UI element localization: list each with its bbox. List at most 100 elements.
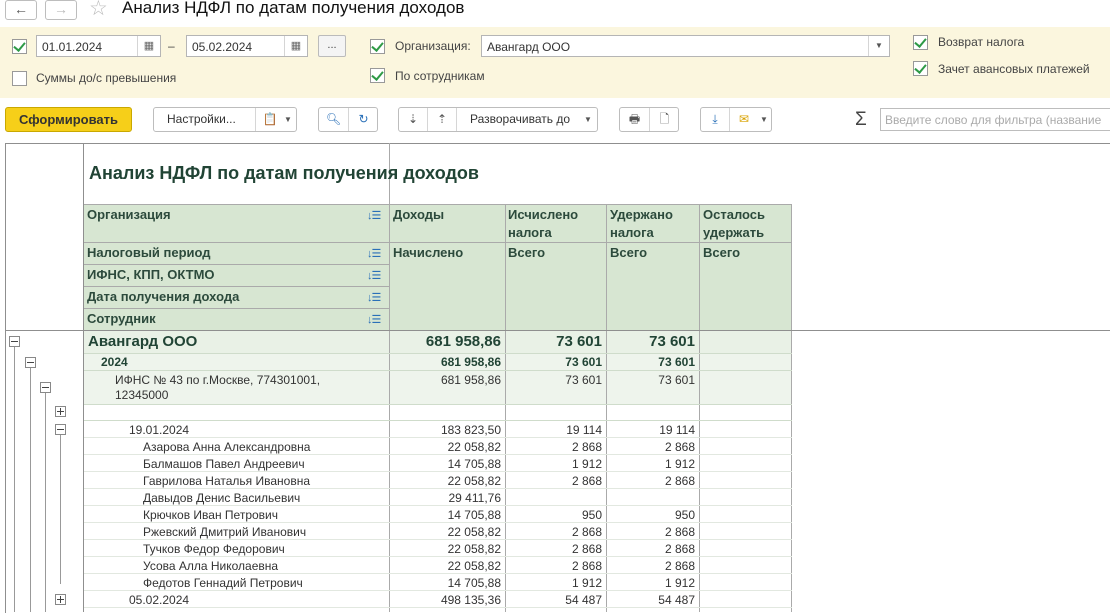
employee-calculated: 2 868 [571,542,602,556]
filter-field[interactable] [880,108,1110,131]
date-dash: – [168,39,175,53]
organization-select[interactable]: Авангард ООО ▼ [481,35,890,57]
period-row-withheld: 73 601 [658,355,695,369]
calendar-icon[interactable]: ▦ [137,36,160,56]
advance-label: Зачет авансовых платежей [938,62,1090,76]
excess-checkbox[interactable] [12,71,27,86]
expand-toggle[interactable] [55,406,66,417]
employee-income: 29 411,76 [448,491,502,505]
employee-income: 14 705,88 [447,508,501,522]
employee-name: Ржевский Дмитрий Иванович [143,525,307,539]
calendar-icon[interactable]: ▦ [284,36,307,56]
employee-income: 14 705,88 [447,576,501,590]
header-withheld-sub: Всего [610,245,648,260]
generate-button[interactable]: Сформировать [5,107,132,132]
settings-button-group: Настройки... 📋 ▼ [153,107,297,132]
back-arrow-icon: ← [14,1,28,17]
ifns-row-withheld: 73 601 [658,373,695,387]
employee-withheld: 1 912 [664,457,695,471]
employee-income: 22 058,82 [447,559,501,573]
ifns-row-calculated: 73 601 [565,373,602,387]
ifns-row-income: 681 958,86 [440,373,501,387]
collapse-all-icon[interactable]: ⇣ [399,108,427,131]
period-row-income: 681 958,86 [440,355,501,369]
email-icon[interactable]: ✉ [730,108,758,131]
collapse-toggle[interactable] [40,382,51,393]
collapse-toggle[interactable] [55,424,66,435]
refund-checkbox[interactable] [913,35,928,50]
organization-value: Авангард ООО [487,40,571,54]
forward-arrow-icon: → [54,1,68,17]
expand-button-group: ⇣ ⇡ Разворачивать до ▼ [398,107,598,132]
employee-withheld: 2 868 [664,474,695,488]
employee-name: Тучков Федор Федорович [143,542,285,556]
sort-icon[interactable]: ↓☰ [367,269,381,282]
employee-calculated: 2 868 [571,525,602,539]
period-checkbox[interactable] [12,39,27,54]
sort-icon[interactable]: ↓☰ [367,247,381,260]
expand-dropdown-icon[interactable]: ▼ [581,108,595,131]
search-refresh-icon[interactable]: ↻ [349,108,378,131]
email-dropdown-icon[interactable]: ▼ [757,108,771,131]
employee-calculated: 2 868 [571,474,602,488]
date-row-income: 498 135,36 [440,593,501,607]
sort-icon[interactable]: ↓☰ [367,291,381,304]
org-row-income: 681 958,86 [425,333,501,350]
sort-icon[interactable]: ↓☰ [367,209,381,222]
sum-sigma-icon[interactable]: Σ [855,109,867,131]
settings-button[interactable]: Настройки... [167,108,236,131]
save-download-icon[interactable]: ⤓ [701,108,729,131]
period-row-name: 2024 [101,355,128,369]
period-select-button[interactable]: ... [318,35,346,57]
employee-name: Давыдов Денис Васильевич [143,491,301,505]
print-button-group: 🖶 🗋 [619,107,679,132]
org-row-name: Авангард ООО [88,333,198,350]
ifns-row-name-1: ИФНС № 43 по г.Москве, 774301001, [115,373,321,387]
employee-name: Балмашов Павел Андреевич [143,457,305,471]
by-employees-checkbox[interactable] [370,68,385,83]
date-from-field[interactable]: 01.01.2024 ▦ [36,35,161,57]
print-icon[interactable]: 🖶 [620,108,649,131]
print-preview-icon[interactable]: 🗋 [650,108,679,131]
variant-dropdown-icon[interactable]: ▼ [281,108,295,131]
header-withheld: Удержано налога [610,207,673,240]
favorite-star-icon[interactable]: ☆ [89,0,108,21]
org-row-withheld: 73 601 [649,333,695,350]
header-income-sub: Начислено [393,245,464,260]
employee-withheld: 2 868 [664,440,695,454]
date-row-withheld: 19 114 [659,423,695,437]
employee-withheld: 1 912 [664,576,695,590]
employee-name: Азарова Анна Александровна [143,440,311,454]
header-employee: Сотрудник [87,311,156,326]
collapse-toggle[interactable] [25,357,36,368]
dropdown-arrow-icon[interactable]: ▼ [868,36,889,56]
employee-income: 22 058,82 [447,525,501,539]
employee-income: 22 058,82 [447,440,501,454]
forward-button[interactable]: → [45,0,77,20]
employee-name: Крючков Иван Петрович [143,508,278,522]
employee-name: Федотов Геннадий Петрович [143,576,303,590]
header-income: Доходы [393,207,445,222]
date-row-calculated: 19 114 [566,423,602,437]
header-income-date: Дата получения дохода [87,289,240,304]
expand-all-icon[interactable]: ⇡ [428,108,456,131]
collapse-toggle[interactable] [9,336,20,347]
date-row-calculated: 54 487 [565,593,602,607]
date-to-field[interactable]: 05.02.2024 ▦ [186,35,308,57]
expand-toggle[interactable] [55,594,66,605]
employee-calculated: 950 [581,508,602,522]
search-icon[interactable]: 🔍︎ [319,108,348,131]
back-button[interactable]: ← [5,0,37,20]
variant-clipboard-icon[interactable]: 📋 [258,108,282,131]
date-from-value: 01.01.2024 [42,40,103,54]
expand-to-button[interactable]: Разворачивать до [470,108,570,131]
sort-icon[interactable]: ↓☰ [367,313,381,326]
employee-income: 22 058,82 [447,542,501,556]
advance-checkbox[interactable] [913,61,928,76]
organization-checkbox[interactable] [370,39,385,54]
employee-calculated: 1 912 [571,576,602,590]
excess-label: Суммы до/с превышения [36,71,177,85]
by-employees-label: По сотрудникам [395,69,485,83]
employee-calculated: 1 912 [571,457,602,471]
filter-input[interactable] [881,109,1110,130]
